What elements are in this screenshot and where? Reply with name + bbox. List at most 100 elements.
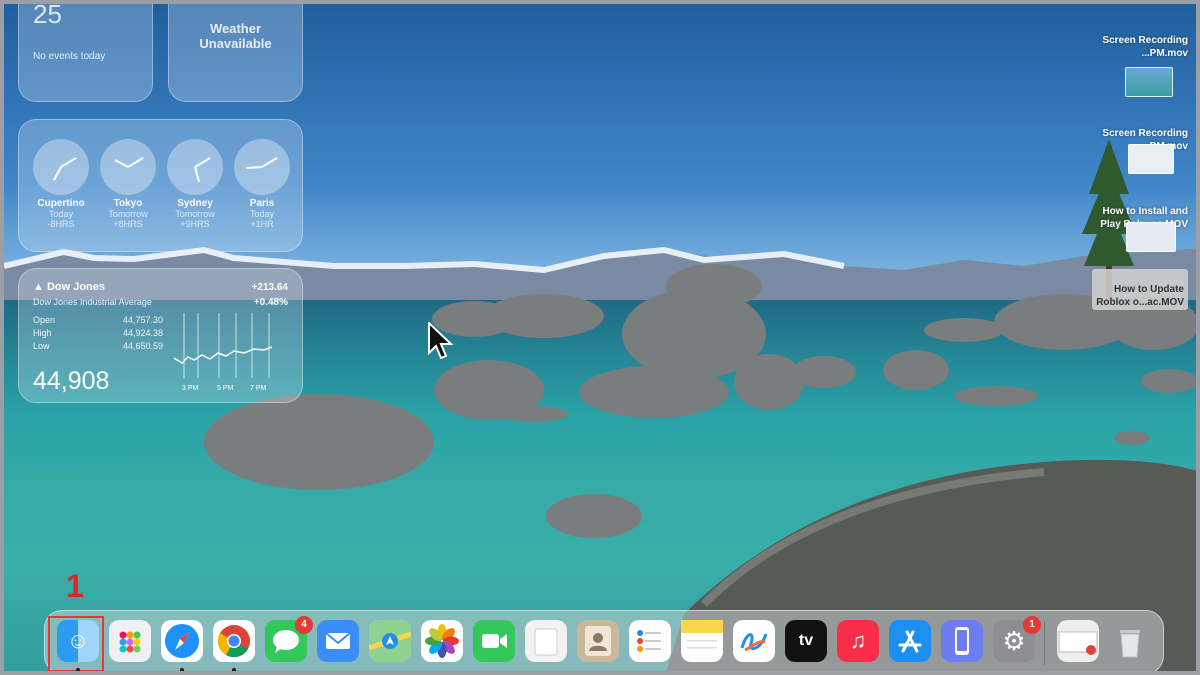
desktop-file-update-roblox[interactable]: How to Update Roblox o...ac.MOV — [1092, 269, 1188, 310]
stock-high-value: 44,924.38 — [122, 328, 163, 338]
contacts-icon — [585, 626, 611, 656]
stock-open-row: Open 44,757.30 — [33, 315, 163, 325]
dock-app-freeform[interactable] — [733, 620, 775, 662]
chrome-icon — [217, 625, 250, 658]
notification-badge: 1 — [1023, 616, 1041, 634]
world-clock-widget[interactable]: Cupertino Today -8HRS Tokyo Tomorrow +8H… — [18, 119, 303, 252]
appletv-icon: tv — [798, 632, 814, 649]
mouse-pointer-icon — [428, 322, 454, 360]
dock-app-notes[interactable] — [681, 620, 723, 662]
dock-app-apple-tv[interactable]: tv — [785, 620, 827, 662]
clock-city: Sydney — [177, 198, 213, 209]
stocks-widget[interactable]: ▲ Dow Jones Dow Jones Industrial Average… — [18, 268, 303, 403]
stock-full-name: Dow Jones Industrial Average — [33, 297, 152, 307]
calendar-widget[interactable]: 25 No events today — [18, 0, 153, 102]
stack-icon — [1058, 631, 1098, 655]
stock-high-label: High — [33, 328, 52, 338]
dock-app-contacts[interactable] — [577, 620, 619, 662]
clock-tokyo: Tokyo Tomorrow +8HRS — [97, 138, 159, 229]
launchpad-icon — [119, 631, 141, 653]
iphone-mirroring-icon — [955, 627, 969, 655]
dock-app-app-store[interactable] — [889, 620, 931, 662]
dock-downloads-stack[interactable] — [1057, 620, 1099, 662]
stock-high-row: High 44,924.38 — [33, 328, 163, 338]
calendar-day-number: 25 — [33, 0, 62, 29]
clock-day: Tomorrow — [175, 209, 215, 219]
music-icon: ♫ — [849, 628, 867, 653]
chart-time-label: 3 PM — [182, 385, 199, 392]
weather-widget[interactable]: Weather Unavailable — [168, 4, 303, 102]
stock-open-value: 44,757.30 — [122, 315, 163, 325]
finder-icon: ☺ — [66, 628, 90, 653]
freeform-icon — [740, 633, 768, 652]
stock-low-label: Low — [33, 341, 50, 351]
notification-badge: 4 — [295, 616, 313, 634]
clock-face-icon — [234, 139, 290, 195]
dock-app-finder[interactable]: ☺ — [57, 620, 99, 662]
dock-app-iphone-mirroring[interactable] — [941, 620, 983, 662]
weather-status-text: Weather Unavailable — [199, 21, 272, 51]
file-thumbnail[interactable] — [1126, 222, 1176, 252]
screen-frame: 25 No events today Weather Unavailable C… — [0, 0, 1200, 675]
clock-face-icon — [167, 139, 223, 195]
stock-name: ▲ Dow Jones — [33, 281, 106, 293]
stock-open-label: Open — [33, 315, 56, 325]
desktop-file-label: How to Update Roblox o...ac.MOV — [1096, 284, 1184, 308]
dock-app-launchpad[interactable] — [109, 620, 151, 662]
dock-app-mail[interactable] — [317, 620, 359, 662]
photos-icon — [425, 624, 459, 658]
mail-icon — [325, 632, 351, 649]
dock-app-safari[interactable] — [161, 620, 203, 662]
dock-app-messages[interactable]: 4 — [265, 616, 313, 662]
chart-time-label: 5 PM — [217, 385, 234, 392]
clock-sydney: Sydney Tomorrow +9HRS — [164, 138, 226, 229]
clock-day: Tomorrow — [108, 209, 148, 219]
desktop-file-screen-recording-1[interactable]: Screen Recording ...PM.mov — [1102, 21, 1188, 60]
clock-offset: -8HRS — [47, 219, 75, 229]
dock-app-system-settings[interactable]: ⚙ 1 — [993, 616, 1041, 662]
clock-face-icon — [100, 139, 156, 195]
appstore-icon — [898, 630, 922, 653]
dock-app-reminders[interactable] — [629, 620, 671, 662]
running-indicator — [232, 668, 236, 671]
maps-icon — [369, 620, 411, 662]
clock-city: Tokyo — [113, 198, 143, 209]
dock-app-music[interactable]: ♫ — [837, 620, 879, 662]
stock-change: +213.64 — [251, 282, 288, 293]
clock-day: Today — [249, 209, 275, 219]
stock-low-row: Low 44,650.59 — [33, 341, 163, 351]
dock-app-facetime[interactable] — [473, 620, 515, 662]
dock-app-chrome[interactable] — [213, 620, 255, 662]
dock-trash[interactable] — [1109, 620, 1151, 662]
clock-cupertino: Cupertino Today -8HRS — [30, 138, 92, 229]
step-annotation-number: 1 — [66, 568, 84, 604]
desktop-file-label: Screen Recording ...PM.mov — [1102, 35, 1188, 59]
running-indicator — [180, 668, 184, 671]
clock-offset: +9HRS — [180, 219, 210, 229]
dock-separator — [1044, 621, 1045, 665]
running-indicator — [76, 668, 80, 671]
safari-icon — [165, 624, 199, 658]
clock-city: Paris — [249, 198, 275, 209]
dock-app-maps[interactable] — [369, 620, 411, 662]
trash-icon — [1120, 630, 1140, 658]
file-thumbnail[interactable] — [1128, 144, 1174, 174]
clock-day: Today — [48, 209, 74, 219]
file-thumbnail[interactable] — [1125, 67, 1173, 97]
notes-icon — [681, 620, 723, 649]
stock-low-value: 44,650.59 — [122, 341, 163, 351]
clock-face-icon — [33, 139, 89, 195]
stock-change-percent: +0.48% — [253, 297, 288, 308]
dock-app-photos[interactable] — [421, 620, 463, 662]
stock-current-value: 44,908 — [33, 367, 110, 395]
facetime-icon — [482, 634, 507, 648]
chart-time-label: 7 PM — [250, 385, 267, 392]
dock: ☺ 4 tv ♫ ⚙ 1 — [44, 610, 1164, 671]
clock-offset: +8HRS — [113, 219, 143, 229]
clock-city: Cupertino — [37, 198, 85, 209]
clock-paris: Paris Today +1HR — [231, 138, 293, 229]
preview-icon — [534, 628, 558, 656]
dock-app-preview[interactable] — [525, 620, 567, 662]
stock-sparkline-chart: 3 PM 5 PM 7 PM — [174, 313, 273, 392]
clock-offset: +1HR — [250, 219, 274, 229]
